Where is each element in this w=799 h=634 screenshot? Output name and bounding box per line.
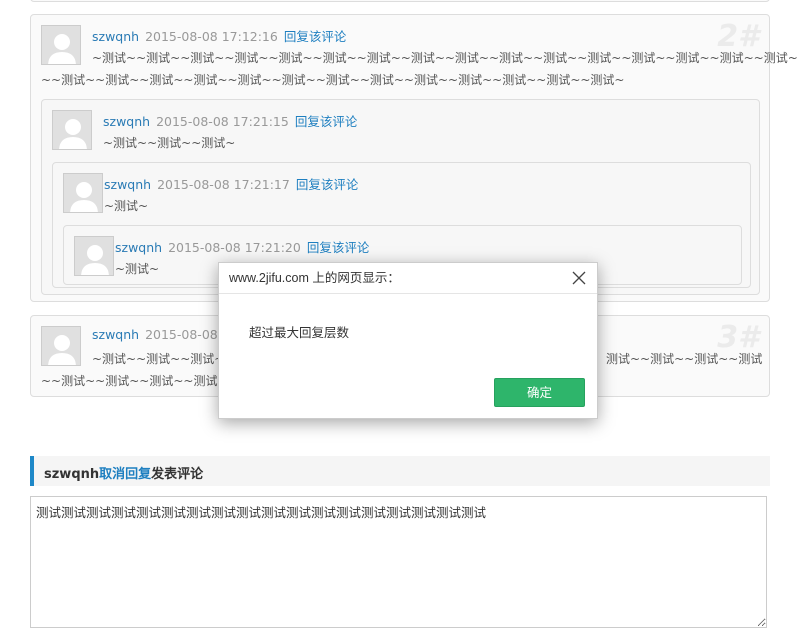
reply-link[interactable]: 回复该评论 (284, 29, 347, 44)
comment-meta: szwqnh 2015-08-08 1 (92, 327, 230, 342)
comment-text-line2: ~~测试~~测试~~测试~~测试~ (41, 374, 228, 388)
comment-date: 2015-08-08 17:21:17 (157, 177, 290, 192)
comment-text-line2: ~~测试~~测试~~测试~~测试~~测试~~测试~~测试~~测试~~测试~~测试… (41, 73, 625, 87)
reply-link[interactable]: 回复该评论 (296, 177, 359, 192)
dialog-title: www.2jifu.com 上的网页显示： (219, 263, 597, 294)
comment-text-line1-left: ~测试~~测试~~测试~ (92, 352, 225, 366)
dialog-message: 超过最大回复层数 (249, 325, 350, 340)
comment-form-header: szwqnh取消回复发表评论 (30, 456, 770, 486)
author-link[interactable]: szwqnh (103, 114, 150, 129)
reply-link[interactable]: 回复该评论 (295, 114, 358, 129)
previous-comment-edge (30, 0, 770, 2)
comment-date: 2015-08-08 17:12:16 (145, 29, 278, 44)
comment-floor-2: 2# szwqnh 2015-08-08 17:12:16 回复该评论 ~测试~~… (30, 14, 799, 302)
comment-text: ~测试~~测试~~测试~ (103, 136, 236, 150)
comment-text-line1: ~测试~~测试~~测试~~测试~~测试~~测试~~测试~~测试~~测试~~测试~… (92, 51, 799, 65)
avatar (52, 110, 92, 150)
form-user: szwqnh (44, 467, 100, 482)
comment-meta: szwqnh 2015-08-08 17:12:16 回复该评论 (92, 26, 346, 45)
alert-dialog: www.2jifu.com 上的网页显示： 超过最大回复层数 确定 (218, 262, 598, 419)
comment-textarea[interactable]: 测试测试测试测试测试测试测试测试测试测试测试测试测试测试测试测试测试测试 (30, 496, 767, 628)
comment-date: 2015-08-08 17:21:15 (156, 114, 289, 129)
author-link[interactable]: szwqnh (115, 240, 162, 255)
reply-link[interactable]: 回复该评论 (307, 240, 370, 255)
author-link[interactable]: szwqnh (104, 177, 151, 192)
avatar (63, 173, 103, 213)
comment-text-line1-right: 测试~~测试~~测试~~测试 (606, 352, 763, 366)
avatar (41, 326, 81, 366)
comment-meta: szwqnh 2015-08-08 17:21:17 回复该评论 (104, 174, 358, 193)
author-link[interactable]: szwqnh (92, 327, 139, 342)
avatar (74, 236, 114, 276)
close-icon[interactable] (571, 270, 587, 286)
form-heading-text: 发表评论 (151, 467, 204, 482)
ok-button[interactable]: 确定 (494, 378, 585, 407)
comment-text: ~测试~ (115, 262, 160, 276)
cancel-reply-link[interactable]: 取消回复 (99, 467, 151, 482)
comment-meta: szwqnh 2015-08-08 17:21:20 回复该评论 (115, 237, 369, 256)
author-link[interactable]: szwqnh (92, 29, 139, 44)
comment-text: ~测试~ (104, 199, 149, 213)
avatar (41, 25, 81, 65)
comment-date: 2015-08-08 17:21:20 (168, 240, 301, 255)
comment-date: 2015-08-08 1 (145, 327, 230, 342)
comment-meta: szwqnh 2015-08-08 17:21:15 回复该评论 (103, 111, 357, 130)
form-heading: szwqnh取消回复发表评论 (44, 463, 203, 482)
